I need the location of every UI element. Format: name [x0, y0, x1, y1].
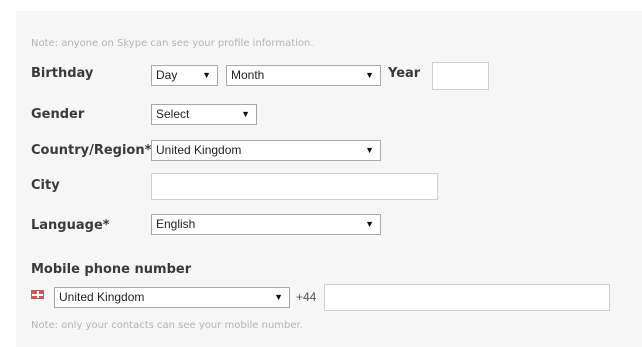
gender-select[interactable]: Select ▼ — [151, 104, 257, 125]
chevron-down-icon: ▼ — [365, 70, 374, 80]
birthday-label: Birthday — [31, 66, 94, 81]
gender-label: Gender — [31, 107, 85, 122]
language-label: Language* — [31, 218, 110, 233]
country-label: Country/Region* — [31, 143, 152, 158]
birthday-month-value: Month — [231, 68, 265, 82]
gender-value: Select — [156, 107, 190, 121]
mobile-phone-label: Mobile phone number — [31, 262, 192, 277]
birthday-year-input[interactable] — [432, 62, 489, 90]
chevron-down-icon: ▼ — [365, 219, 374, 229]
country-select[interactable]: United Kingdom ▼ — [151, 140, 381, 161]
country-value: United Kingdom — [156, 143, 242, 157]
chevron-down-icon: ▼ — [241, 109, 250, 119]
uk-flag-icon — [31, 290, 44, 299]
mobile-number-input[interactable] — [324, 284, 610, 311]
city-label: City — [31, 178, 60, 193]
mobile-country-select[interactable]: United Kingdom ▼ — [54, 287, 290, 308]
city-input[interactable] — [151, 173, 438, 200]
mobile-country-value: United Kingdom — [59, 290, 145, 304]
birthday-year-label: Year — [388, 66, 421, 81]
mobile-visibility-note: Note: only your contacts can see your mo… — [31, 320, 303, 331]
mobile-country-code: +44 — [296, 290, 317, 304]
chevron-down-icon: ▼ — [365, 145, 374, 155]
chevron-down-icon: ▼ — [274, 292, 283, 302]
birthday-day-value: Day — [156, 68, 178, 82]
language-value: English — [156, 217, 196, 231]
birthday-day-select[interactable]: Day ▼ — [151, 65, 218, 86]
chevron-down-icon: ▼ — [202, 70, 211, 80]
birthday-month-select[interactable]: Month ▼ — [226, 65, 381, 86]
language-select[interactable]: English ▼ — [151, 214, 381, 235]
profile-visibility-note: Note: anyone on Skype can see your profi… — [31, 38, 314, 49]
